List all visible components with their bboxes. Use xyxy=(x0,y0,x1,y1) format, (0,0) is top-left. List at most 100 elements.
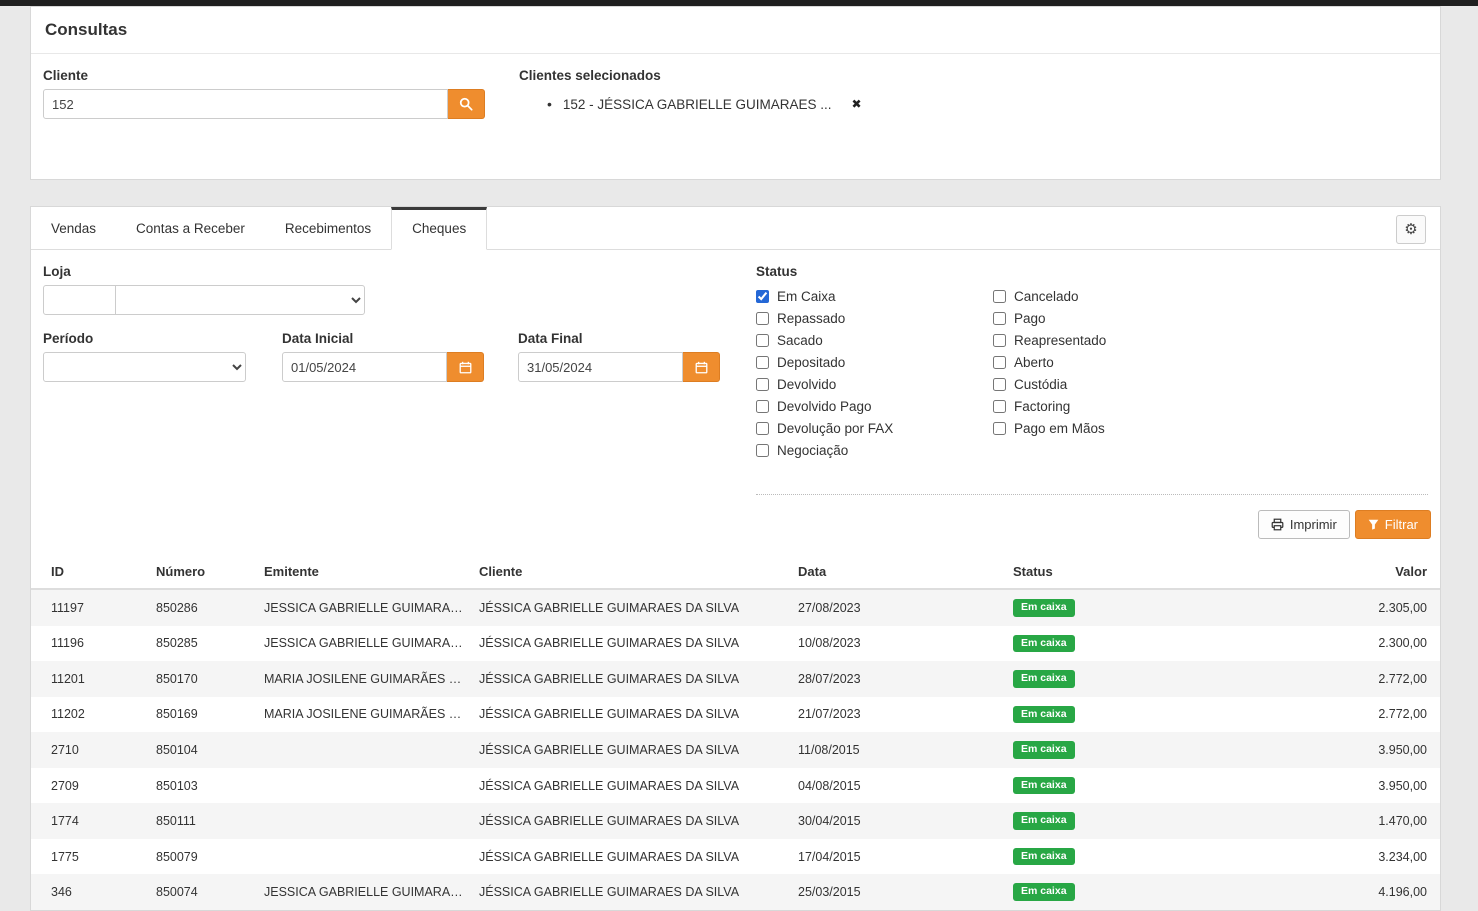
status-checkbox-em-caixa[interactable]: Em Caixa xyxy=(756,285,993,307)
cell-emitente: MARIA JOSILENE GUIMARÃES SILVA xyxy=(256,697,471,733)
imprimir-button[interactable]: Imprimir xyxy=(1258,510,1350,539)
status-checkbox-pago-em-maos[interactable]: Pago em Mãos xyxy=(993,417,1428,439)
checkbox-factoring[interactable] xyxy=(993,400,1006,413)
data-inicial-calendar-button[interactable] xyxy=(447,352,484,382)
loja-select[interactable] xyxy=(115,285,365,315)
checkbox-devolvido-pago[interactable] xyxy=(756,400,769,413)
data-inicial-input[interactable] xyxy=(282,352,447,382)
filtrar-button[interactable]: Filtrar xyxy=(1355,510,1431,539)
periodo-select[interactable] xyxy=(43,352,246,382)
status-checkbox-negociacao[interactable]: Negociação xyxy=(756,439,993,461)
loja-code-input[interactable] xyxy=(43,285,116,315)
cliente-search-input[interactable] xyxy=(43,89,448,119)
checkbox-label: Repassado xyxy=(777,311,845,326)
cell-cliente: JÉSSICA GABRIELLE GUIMARAES DA SILVA xyxy=(471,732,790,768)
cell-id: 346 xyxy=(31,874,148,910)
cell-status: Em caixa xyxy=(1005,803,1205,839)
cell-id: 2709 xyxy=(31,768,148,804)
status-checkbox-devolucao-por-fax[interactable]: Devolução por FAX xyxy=(756,417,993,439)
cell-valor: 2.772,00 xyxy=(1205,661,1440,697)
remove-client-icon[interactable]: ✖ xyxy=(852,97,862,111)
checkbox-label: Aberto xyxy=(1014,355,1054,370)
tab-cheques[interactable]: Cheques xyxy=(391,207,487,250)
table-row[interactable]: 11197 850286 JESSICA GABRIELLE GUIMARAES… xyxy=(31,589,1440,626)
status-checkbox-aberto[interactable]: Aberto xyxy=(993,351,1428,373)
checkbox-label: Devolvido Pago xyxy=(777,399,872,414)
status-checkbox-repassado[interactable]: Repassado xyxy=(756,307,993,329)
cell-data: 27/08/2023 xyxy=(790,589,1005,626)
selected-client-item: 152 - JÉSSICA GABRIELLE GUIMARAES ... ✖ xyxy=(547,96,862,112)
checkbox-devolucao-por-fax[interactable] xyxy=(756,422,769,435)
data-final-group: Data Final xyxy=(518,331,720,382)
checkbox-label: Cancelado xyxy=(1014,289,1079,304)
status-divider xyxy=(756,494,1428,495)
table-row[interactable]: 1774 850111 JÉSSICA GABRIELLE GUIMARAES … xyxy=(31,803,1440,839)
checkbox-label: Devolução por FAX xyxy=(777,421,893,436)
checkbox-reapresentado[interactable] xyxy=(993,334,1006,347)
table-row[interactable]: 2709 850103 JÉSSICA GABRIELLE GUIMARAES … xyxy=(31,768,1440,804)
status-badge: Em caixa xyxy=(1013,812,1075,830)
col-header-cliente: Cliente xyxy=(471,555,790,589)
printer-icon xyxy=(1271,518,1284,531)
status-badge: Em caixa xyxy=(1013,777,1075,795)
cliente-label: Cliente xyxy=(43,68,485,83)
tab-contas-a-receber[interactable]: Contas a Receber xyxy=(116,208,265,249)
cell-valor: 2.300,00 xyxy=(1205,626,1440,662)
checkbox-depositado[interactable] xyxy=(756,356,769,369)
checkbox-label: Custódia xyxy=(1014,377,1067,392)
table-row[interactable]: 2710 850104 JÉSSICA GABRIELLE GUIMARAES … xyxy=(31,732,1440,768)
cell-data: 21/07/2023 xyxy=(790,697,1005,733)
checkbox-pago-em-maos[interactable] xyxy=(993,422,1006,435)
checkbox-repassado[interactable] xyxy=(756,312,769,325)
tab-vendas[interactable]: Vendas xyxy=(31,208,116,249)
cell-valor: 2.305,00 xyxy=(1205,589,1440,626)
cell-id: 11202 xyxy=(31,697,148,733)
checkbox-devolvido[interactable] xyxy=(756,378,769,391)
cell-numero: 850285 xyxy=(148,626,256,662)
cell-id: 11197 xyxy=(31,589,148,626)
status-checkbox-devolvido-pago[interactable]: Devolvido Pago xyxy=(756,395,993,417)
data-inicial-label: Data Inicial xyxy=(282,331,484,346)
cell-id: 2710 xyxy=(31,732,148,768)
status-checkbox-cancelado[interactable]: Cancelado xyxy=(993,285,1428,307)
cell-status: Em caixa xyxy=(1005,732,1205,768)
status-checkbox-factoring[interactable]: Factoring xyxy=(993,395,1428,417)
status-checkbox-depositado[interactable]: Depositado xyxy=(756,351,993,373)
cell-status: Em caixa xyxy=(1005,589,1205,626)
col-header-id: ID xyxy=(31,555,148,589)
clientes-selecionados-label: Clientes selecionados xyxy=(519,68,862,83)
status-checkbox-pago[interactable]: Pago xyxy=(993,307,1428,329)
cell-status: Em caixa xyxy=(1005,626,1205,662)
table-row[interactable]: 11202 850169 MARIA JOSILENE GUIMARÃES SI… xyxy=(31,697,1440,733)
status-checkbox-reapresentado[interactable]: Reapresentado xyxy=(993,329,1428,351)
checkbox-cancelado[interactable] xyxy=(993,290,1006,303)
status-checkbox-sacado[interactable]: Sacado xyxy=(756,329,993,351)
cell-cliente: JÉSSICA GABRIELLE GUIMARAES DA SILVA xyxy=(471,661,790,697)
tabs-bar: Vendas Contas a Receber Recebimentos Che… xyxy=(31,207,1440,250)
cell-data: 25/03/2015 xyxy=(790,874,1005,910)
cliente-search-button[interactable] xyxy=(448,89,485,119)
status-checkbox-devolvido[interactable]: Devolvido xyxy=(756,373,993,395)
table-row[interactable]: 11201 850170 MARIA JOSILENE GUIMARÃES SI… xyxy=(31,661,1440,697)
tab-recebimentos[interactable]: Recebimentos xyxy=(265,208,391,249)
table-row[interactable]: 1775 850079 JÉSSICA GABRIELLE GUIMARAES … xyxy=(31,839,1440,875)
settings-button[interactable]: ⚙ xyxy=(1396,215,1426,244)
checkbox-aberto[interactable] xyxy=(993,356,1006,369)
data-final-calendar-button[interactable] xyxy=(683,352,720,382)
checkbox-custodia[interactable] xyxy=(993,378,1006,391)
data-final-input[interactable] xyxy=(518,352,683,382)
checkbox-em-caixa[interactable] xyxy=(756,290,769,303)
checkbox-pago[interactable] xyxy=(993,312,1006,325)
status-badge: Em caixa xyxy=(1013,670,1075,688)
cell-numero: 850104 xyxy=(148,732,256,768)
checkbox-negociacao[interactable] xyxy=(756,444,769,457)
status-checkbox-custodia[interactable]: Custódia xyxy=(993,373,1428,395)
checkbox-sacado[interactable] xyxy=(756,334,769,347)
checkbox-label: Em Caixa xyxy=(777,289,836,304)
col-header-status: Status xyxy=(1005,555,1205,589)
status-badge: Em caixa xyxy=(1013,741,1075,759)
table-row[interactable]: 11196 850285 JESSICA GABRIELLE GUIMARAES… xyxy=(31,626,1440,662)
table-row[interactable]: 346 850074 JESSICA GABRIELLE GUIMARAES S… xyxy=(31,874,1440,910)
selected-clients-group: Clientes selecionados 152 - JÉSSICA GABR… xyxy=(519,68,862,119)
cell-cliente: JÉSSICA GABRIELLE GUIMARAES DA SILVA xyxy=(471,697,790,733)
